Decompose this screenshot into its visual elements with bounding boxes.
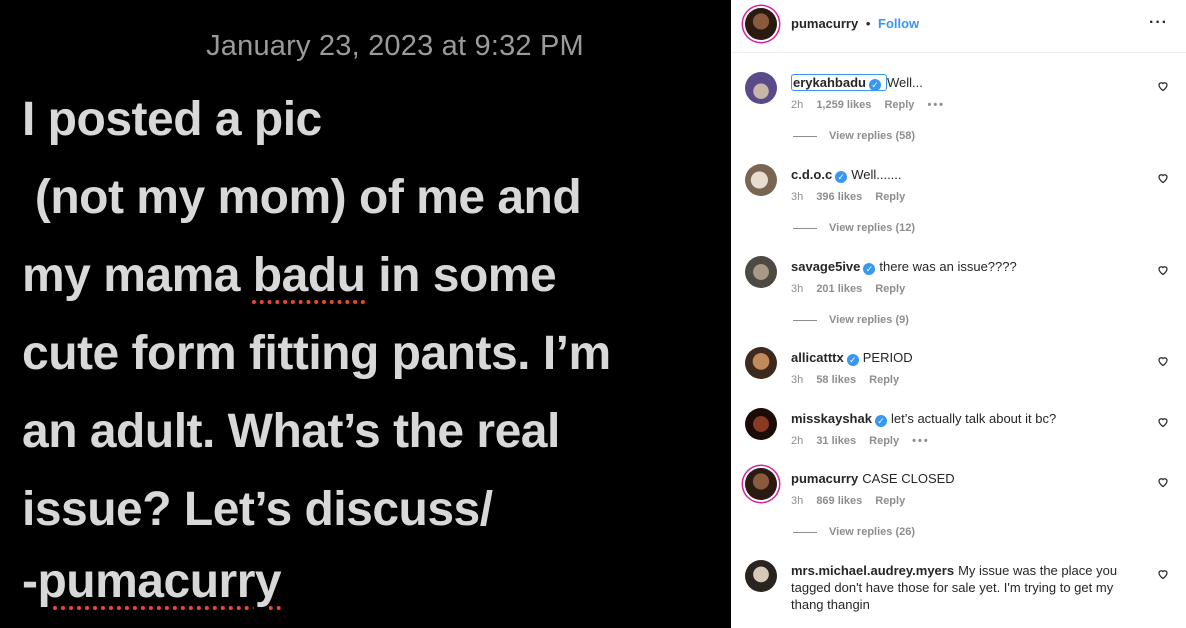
verified-badge-icon: ✓ (868, 79, 881, 91)
author-username[interactable]: pumacurry (791, 16, 858, 31)
verified-badge-icon: ✓ (835, 171, 848, 183)
heart-icon[interactable] (1157, 264, 1169, 276)
comment-text: CASE CLOSED (862, 471, 955, 486)
heart-icon[interactable] (1157, 476, 1169, 488)
view-replies-button[interactable]: View replies (12) (793, 222, 915, 234)
avatar[interactable] (745, 560, 777, 592)
comments-panel: pumacurry • Follow ··· erykahbadu ✓ Well..… (731, 0, 1186, 628)
comment-username[interactable]: mrs.michael.audrey.myers (791, 563, 954, 578)
comment-likes[interactable]: 31 likes (816, 435, 856, 447)
comment-text: Well....... (851, 167, 902, 182)
comment-text: let’s actually talk about it bc? (890, 411, 1057, 426)
verified-badge-icon: ✓ (874, 415, 887, 427)
comment-username[interactable]: pumacurry (791, 471, 858, 486)
avatar[interactable] (745, 8, 777, 40)
note-line: issue? Let’s discuss/ (22, 483, 493, 536)
note-date: January 23, 2023 at 9:32 PM (206, 30, 584, 62)
heart-icon[interactable] (1157, 80, 1169, 92)
spellcheck-word: badu (252, 249, 366, 302)
avatar[interactable] (745, 408, 777, 440)
comment-options-icon[interactable]: ••• (912, 435, 930, 447)
comment-likes[interactable]: 869 likes (816, 495, 862, 507)
heart-icon[interactable] (1157, 355, 1169, 367)
comment-username[interactable]: erykahbadu (793, 75, 866, 90)
reply-button[interactable]: Reply (869, 435, 899, 447)
comment-username[interactable]: savage5ive (791, 259, 860, 274)
reply-button[interactable]: Reply (884, 99, 914, 111)
reply-button[interactable]: Reply (869, 374, 899, 386)
avatar[interactable] (745, 164, 777, 196)
view-replies-button[interactable]: View replies (9) (793, 314, 909, 326)
comment-time: 2h (791, 99, 804, 111)
avatar[interactable] (745, 347, 777, 379)
note-line: (not my mom) of me and (22, 171, 582, 224)
avatar[interactable] (745, 468, 777, 500)
reply-button[interactable]: Reply (875, 191, 905, 203)
ellipsis-icon[interactable]: ··· (1149, 14, 1168, 32)
comment-options-icon[interactable]: ••• (927, 99, 945, 111)
reply-button[interactable]: Reply (875, 283, 905, 295)
view-replies-button[interactable]: View replies (58) (793, 130, 915, 142)
avatar[interactable] (745, 72, 777, 104)
comment-text: there was an issue???? (879, 259, 1017, 274)
comment-username[interactable]: misskayshak (791, 411, 872, 426)
follow-button[interactable]: Follow (878, 16, 919, 31)
comment-text: PERIOD (862, 350, 913, 365)
reply-button[interactable]: Reply (875, 495, 905, 507)
verified-badge-icon: ✓ (863, 263, 876, 275)
comment-username[interactable]: allicatttx (791, 350, 844, 365)
note-line: I posted a pic (22, 93, 322, 146)
spellcheck-word: pumacurry (37, 555, 282, 608)
post-header: pumacurry • Follow ··· (731, 0, 1186, 53)
post-image: January 23, 2023 at 9:32 PM I posted a p… (0, 0, 731, 628)
heart-icon[interactable] (1157, 172, 1169, 184)
note-line: -pumacurry (22, 555, 282, 608)
note-line: cute form fitting pants. I’m (22, 327, 611, 380)
avatar[interactable] (745, 256, 777, 288)
comment-time: 3h (791, 495, 804, 507)
comment-text: Well... (886, 75, 923, 90)
comment-likes[interactable]: 201 likes (816, 283, 862, 295)
comment-time: 3h (791, 374, 804, 386)
verified-badge-icon: ✓ (846, 354, 859, 366)
note-line: an adult. What’s the real (22, 405, 560, 458)
heart-icon[interactable] (1157, 568, 1169, 580)
comment-time: 2h (791, 435, 804, 447)
comment-likes[interactable]: 396 likes (816, 191, 862, 203)
view-replies-button[interactable]: View replies (26) (793, 526, 915, 538)
comment-time: 3h (791, 283, 804, 295)
comment-time: 3h (791, 191, 804, 203)
comment-likes[interactable]: 1,259 likes (816, 99, 871, 111)
comment-username[interactable]: c.d.o.c (791, 167, 832, 182)
separator-dot: • (865, 16, 871, 31)
heart-icon[interactable] (1157, 416, 1169, 428)
note-line: my mama badu in some (22, 249, 557, 302)
comment-likes[interactable]: 58 likes (816, 374, 856, 386)
